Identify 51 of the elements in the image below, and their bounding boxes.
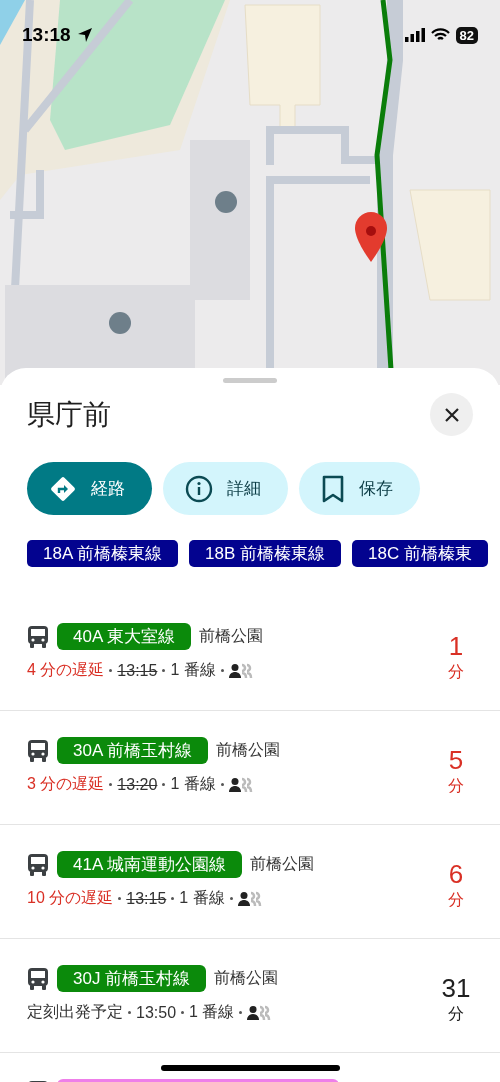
location-arrow-icon xyxy=(76,27,93,43)
platform-label: 1 番線 xyxy=(170,660,216,680)
route-chip[interactable]: 18C 前橋榛東 xyxy=(352,540,488,567)
people-icon xyxy=(228,662,255,679)
departure-status: 定刻出発予定 xyxy=(27,1002,123,1022)
departure-status: 4 分の遅延 xyxy=(27,660,105,680)
departure-status: 3 分の遅延 xyxy=(27,774,105,794)
drag-handle[interactable] xyxy=(222,378,277,383)
eta-minutes: 5 xyxy=(448,745,464,776)
eta-minutes: 6 xyxy=(448,859,464,890)
departure-status: 10 分の遅延 xyxy=(27,888,114,908)
eta-unit: 分 xyxy=(448,890,464,910)
people-icon xyxy=(228,776,255,793)
action-button[interactable]: 詳細 xyxy=(163,462,288,515)
bookmark-icon xyxy=(321,474,345,503)
route-chip[interactable]: 18B 前橋榛東線 xyxy=(189,540,342,567)
close-button[interactable] xyxy=(430,393,473,436)
platform-label: 1 番線 xyxy=(189,1002,235,1022)
eta-minutes: 31 xyxy=(441,973,471,1004)
destination-label: 前橋公園 xyxy=(214,968,279,988)
action-button[interactable]: 経路 xyxy=(27,462,152,515)
destination-label: 前橋公園 xyxy=(250,854,315,874)
scheduled-time: 13:15 xyxy=(117,661,158,680)
place-title: 県庁前 xyxy=(27,397,111,432)
scheduled-time: 13:50 xyxy=(136,1003,177,1022)
eta-minutes: 1 xyxy=(448,631,464,662)
route-badge: 30A 前橋玉村線 xyxy=(57,737,209,764)
action-button[interactable]: 保存 xyxy=(299,462,420,515)
eta-unit: 分 xyxy=(448,662,464,682)
signal-icon xyxy=(404,28,425,42)
route-badge: 30J 前橋玉村線 xyxy=(57,965,207,992)
route-badge: 41A 城南運動公園線 xyxy=(57,851,243,878)
bus-icon xyxy=(27,852,49,877)
people-icon xyxy=(237,890,264,907)
scheduled-time: 13:20 xyxy=(117,775,158,794)
bus-icon xyxy=(27,624,49,649)
platform-label: 1 番線 xyxy=(170,774,216,794)
eta-unit: 分 xyxy=(448,776,464,796)
scheduled-time: 13:15 xyxy=(126,889,167,908)
destination-label: 前橋公園 xyxy=(216,740,281,760)
route-badge: 40A 東大室線 xyxy=(57,623,192,650)
route-chip[interactable]: 18A 前橋榛東線 xyxy=(27,540,179,567)
bus-icon xyxy=(27,966,49,991)
info-icon xyxy=(185,474,213,503)
wifi-icon xyxy=(430,28,450,42)
destination-label: 前橋公園 xyxy=(199,626,264,646)
close-icon xyxy=(443,406,460,423)
platform-label: 1 番線 xyxy=(179,888,225,908)
eta-unit: 分 xyxy=(448,1004,464,1024)
status-time: 13:18 xyxy=(22,24,71,46)
bus-icon xyxy=(27,738,49,763)
